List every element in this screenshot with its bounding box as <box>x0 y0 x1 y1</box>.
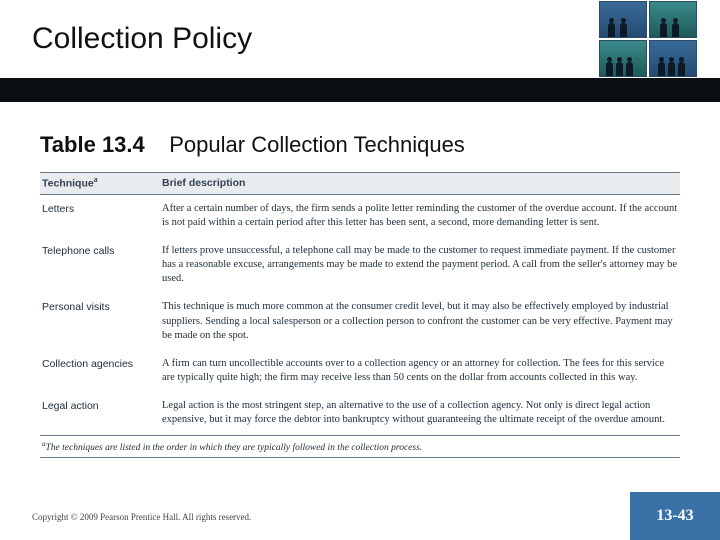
slide-header: Collection Policy <box>0 0 720 110</box>
table-header-row: Techniquea Brief description <box>40 172 680 195</box>
cell-technique: Personal visits <box>40 296 158 347</box>
page-number: 13-43 <box>656 507 693 525</box>
table-row: Personal visits This technique is much m… <box>40 293 680 350</box>
table-row: Letters After a certain number of days, … <box>40 195 680 237</box>
cell-technique: Letters <box>40 198 158 234</box>
table-title: Popular Collection Techniques <box>169 132 465 157</box>
cell-description: After a certain number of days, the firm… <box>158 198 680 234</box>
page-number-tab: 13-43 <box>630 492 720 540</box>
col-header-technique: Techniquea <box>40 173 158 194</box>
table-number: Table 13.4 <box>40 132 145 157</box>
copyright-text: Copyright © 2009 Pearson Prentice Hall. … <box>32 512 251 522</box>
table-footnote: aThe techniques are listed in the order … <box>40 435 680 458</box>
table-row: Collection agencies A firm can turn unco… <box>40 350 680 392</box>
cell-technique: Telephone calls <box>40 240 158 291</box>
cell-description: This technique is much more common at th… <box>158 296 680 347</box>
page-title: Collection Policy <box>32 22 252 56</box>
table-caption: Table 13.4 Popular Collection Techniques <box>40 132 465 158</box>
cell-description: A firm can turn uncollectible accounts o… <box>158 353 680 389</box>
cell-technique: Collection agencies <box>40 353 158 389</box>
table-row: Legal action Legal action is the most st… <box>40 392 680 434</box>
decorative-building-graphic <box>598 0 698 78</box>
header-divider-bar <box>0 78 720 102</box>
techniques-table: Techniquea Brief description Letters Aft… <box>40 172 680 458</box>
cell-description: Legal action is the most stringent step,… <box>158 395 680 431</box>
table-row: Telephone calls If letters prove unsucce… <box>40 237 680 294</box>
cell-description: If letters prove unsuccessful, a telepho… <box>158 240 680 291</box>
col-header-description: Brief description <box>158 173 680 194</box>
cell-technique: Legal action <box>40 395 158 431</box>
